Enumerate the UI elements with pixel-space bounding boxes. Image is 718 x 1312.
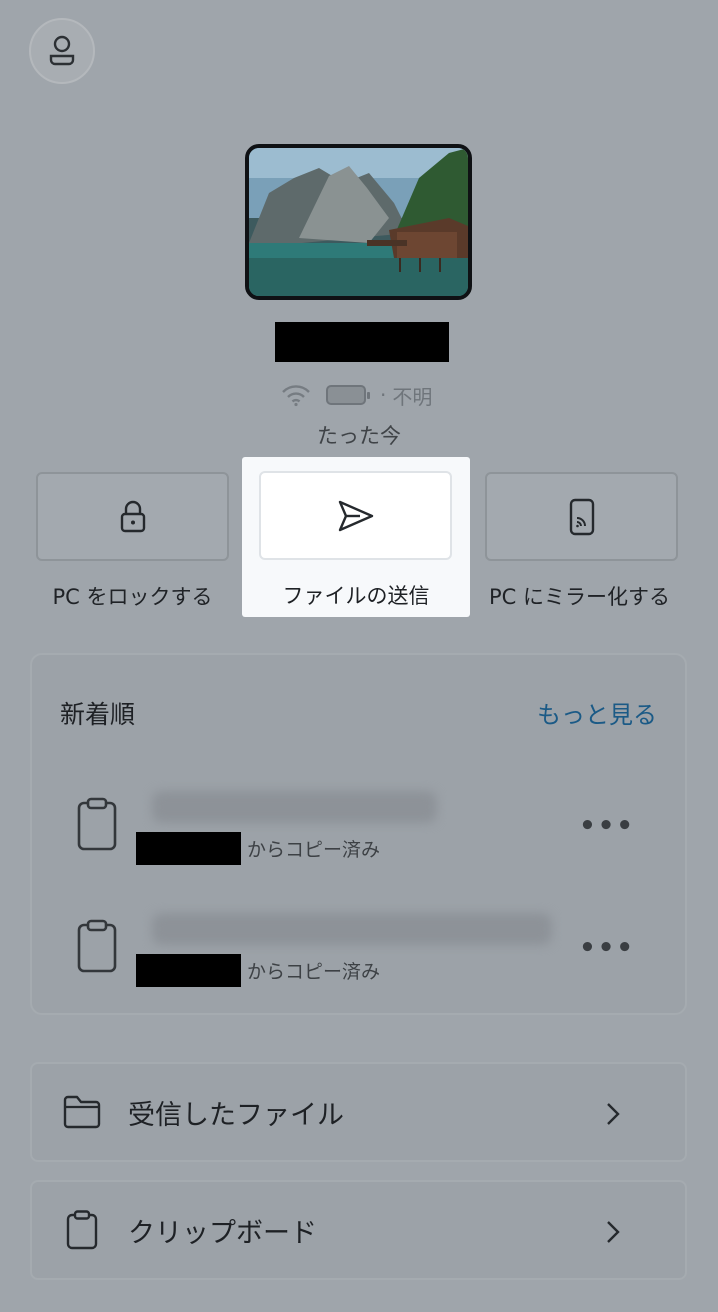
send-file-button[interactable]	[259, 471, 452, 560]
clipboard-row[interactable]: クリップボード	[30, 1180, 687, 1280]
clip-source-suffix: からコピー済み	[247, 960, 381, 983]
battery-status: 不明	[392, 384, 433, 409]
account-button[interactable]	[29, 18, 95, 84]
mirror-pc-action[interactable]: PC にミラー化する	[485, 472, 680, 611]
battery-icon	[326, 385, 370, 405]
clip-source-suffix: からコピー済み	[247, 838, 381, 861]
see-more-link[interactable]: もっと見る	[537, 695, 657, 730]
chevron-right-icon	[607, 1221, 620, 1243]
list-item[interactable]: からコピー済み •••	[32, 791, 685, 881]
recent-activity-card: 新着順 もっと見る からコピー済み ••• からコピー済み •••	[30, 653, 687, 1015]
clip-text-blurred	[152, 791, 437, 823]
item-menu-button[interactable]: •••	[579, 811, 635, 841]
clipboard-label: クリップボード	[128, 1217, 317, 1249]
phone-cast-icon	[569, 498, 594, 535]
send-icon	[338, 500, 373, 531]
source-device-redacted	[136, 831, 241, 865]
send-file-action[interactable]: ファイルの送信	[242, 457, 470, 617]
send-file-label: ファイルの送信	[282, 584, 430, 608]
device-wallpaper-image	[245, 144, 472, 300]
clipboard-icon	[66, 1210, 98, 1250]
wifi-icon	[282, 385, 310, 407]
lock-pc-action[interactable]: PC をロックする	[36, 472, 229, 611]
received-files-label: 受信したファイル	[128, 1099, 344, 1131]
lock-pc-button[interactable]	[36, 472, 229, 561]
source-device-redacted	[136, 953, 241, 987]
recent-title: 新着順	[60, 700, 136, 729]
chevron-right-icon	[607, 1103, 620, 1125]
mirror-pc-label: PC にミラー化する	[489, 585, 671, 609]
item-menu-button[interactable]: •••	[579, 933, 635, 963]
clip-text-blurred	[152, 913, 552, 945]
last-seen-text: たった今	[317, 424, 401, 448]
clipboard-icon	[77, 919, 117, 973]
person-icon	[49, 35, 75, 66]
clipboard-icon	[77, 797, 117, 851]
device-name-redacted	[275, 322, 449, 362]
list-item[interactable]: からコピー済み •••	[32, 913, 685, 1003]
lock-pc-label: PC をロックする	[52, 585, 213, 609]
battery-separator: ·	[380, 383, 387, 407]
lock-icon	[120, 500, 145, 532]
mirror-pc-button[interactable]	[485, 472, 678, 561]
folder-icon	[63, 1095, 101, 1129]
received-files-row[interactable]: 受信したファイル	[30, 1062, 687, 1162]
device-status: · 不明	[280, 380, 432, 410]
